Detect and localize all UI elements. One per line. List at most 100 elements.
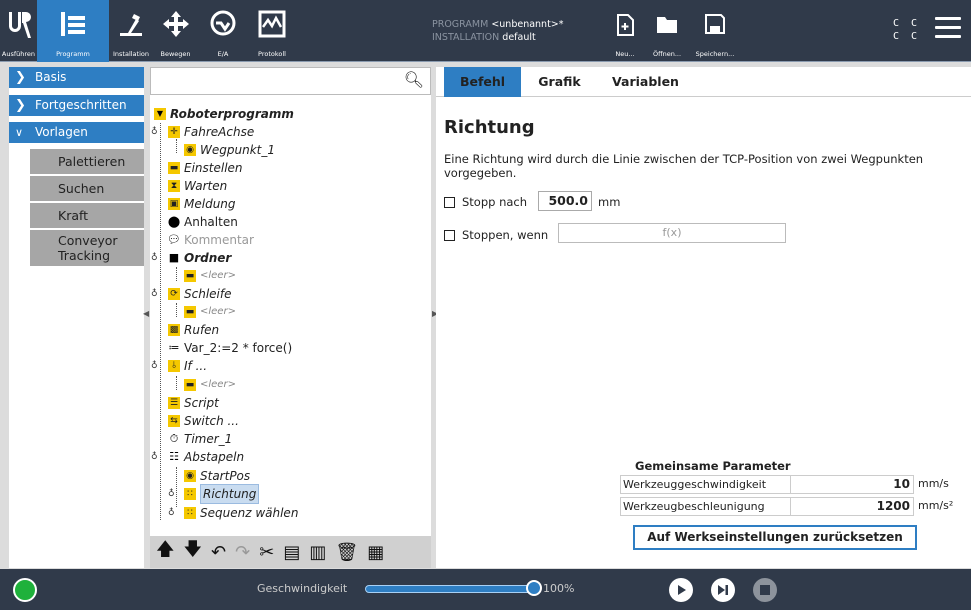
tree-node-empty[interactable]: ▬ <leer>	[184, 376, 236, 394]
tool-speed-unit: mm/s	[918, 477, 949, 490]
run-tab-button[interactable]: Ausführen	[0, 0, 37, 62]
tree-node-anhalten[interactable]: ⬤ Anhalten	[168, 213, 238, 231]
tree-node-label: Script	[184, 396, 219, 410]
tree-node-abstapeln[interactable]: ☷ Abstapeln	[168, 448, 244, 466]
tree-node-script[interactable]: ☰ Script	[168, 394, 219, 412]
stop-after-input[interactable]: 500.0	[538, 191, 592, 211]
sub-item-conveyor-tracking[interactable]: Conveyor Tracking	[30, 230, 144, 266]
tree-node-empty[interactable]: ▬ <leer>	[184, 267, 236, 285]
tree-node-schleife[interactable]: ⟳ Schleife	[168, 285, 231, 303]
tree-node-einstellen[interactable]: ▬ Einstellen	[168, 159, 243, 177]
sub-item-search[interactable]: Suchen	[30, 176, 144, 201]
step-icon	[718, 585, 728, 595]
search-icon[interactable]: 🔍︎	[404, 70, 424, 89]
tree-node-meldung[interactable]: ▣ Meldung	[168, 195, 236, 213]
menu-icon[interactable]	[935, 17, 961, 39]
tree-node-label: Rufen	[184, 323, 220, 337]
new-file-icon	[605, 14, 645, 36]
ur-logo-icon	[0, 10, 37, 40]
delete-icon[interactable]: 🗑︎	[335, 542, 358, 563]
new-button[interactable]: Neu...	[605, 0, 645, 62]
log-tab-button[interactable]: Protokoll	[248, 0, 296, 62]
if-icon: ⫰	[168, 360, 180, 372]
stop-when-checkbox[interactable]	[444, 230, 455, 241]
save-button[interactable]: Speichern...	[689, 0, 741, 62]
nav-item-basis[interactable]: ❯ Basis	[9, 67, 144, 88]
tree-root[interactable]: ▼ Roboterprogramm	[154, 105, 294, 123]
empty-slot-icon: ▬	[184, 306, 196, 318]
tree-node-wegpunkt[interactable]: ◉ Wegpunkt_1	[184, 141, 275, 159]
program-tab-button[interactable]: Programm	[37, 0, 109, 62]
tree-node-timer[interactable]: ⏱︎ Timer_1	[168, 430, 233, 448]
tree-search-input[interactable]: 🔍︎	[150, 67, 431, 95]
tree-node-label: If ...	[184, 359, 208, 373]
empty-slot-icon: ▬	[184, 270, 196, 282]
play-button[interactable]	[669, 578, 693, 602]
tab-command[interactable]: Befehl	[444, 67, 521, 97]
tab-variables[interactable]: Variablen	[598, 67, 693, 97]
nav-item-label: Fortgeschritten	[35, 98, 127, 112]
chevron-down-icon: ∨	[15, 126, 24, 139]
tool-acceleration-input[interactable]: 1200	[790, 497, 914, 516]
step-button[interactable]	[711, 578, 735, 602]
tree-node-if[interactable]: ⫰ If ...	[168, 357, 207, 375]
tree-node-fahreachse[interactable]: ✛ FahreAchse	[168, 123, 254, 141]
sub-item-palletizing[interactable]: Palettieren	[30, 149, 144, 174]
tool-speed-label: Werkzeuggeschwindigkeit	[620, 475, 790, 494]
stop-button[interactable]	[753, 578, 777, 602]
tree-node-label: <leer>	[200, 379, 236, 390]
tree-node-startpos[interactable]: ◉ StartPos	[184, 467, 250, 485]
tool-speed-input[interactable]: 10	[790, 475, 914, 494]
copy-icon[interactable]: ▤	[283, 542, 300, 563]
program-tree-icon	[37, 10, 109, 38]
timer-icon: ⏱︎	[169, 432, 179, 445]
sub-item-force[interactable]: Kraft	[30, 203, 144, 228]
move-tab-button[interactable]: Bewegen	[153, 0, 198, 62]
move-up-icon[interactable]: 🡅	[156, 537, 175, 567]
log-icon	[248, 10, 296, 38]
tree-node-switch[interactable]: ⇆ Switch ...	[168, 412, 239, 430]
move-down-icon[interactable]: 🡇	[184, 537, 203, 567]
suppress-icon[interactable]: ▦	[367, 542, 384, 563]
set-icon: ▬	[168, 162, 180, 174]
empty-slot-icon: ▬	[184, 379, 196, 391]
stop-after-checkbox[interactable]	[444, 197, 455, 208]
stop-when-label: Stoppen, wenn	[462, 228, 549, 242]
collapse-left-icon[interactable]: ◀	[143, 309, 149, 318]
tree-node-assignment[interactable]: ≔ Var_2:=2 * force()	[168, 339, 293, 357]
tab-graphics[interactable]: Grafik	[521, 67, 598, 97]
paste-icon[interactable]: ▥	[309, 542, 326, 563]
tree-node-sequenz[interactable]: ∷ Sequenz wählen	[184, 504, 298, 522]
nav-item-templates[interactable]: ∨ Vorlagen	[9, 122, 144, 143]
speed-slider[interactable]	[365, 585, 535, 593]
cut-icon[interactable]: ✂	[259, 542, 274, 563]
undo-icon[interactable]: ↶	[211, 542, 226, 563]
tree-node-empty[interactable]: ▬ <leer>	[184, 303, 236, 321]
installation-icon	[109, 10, 153, 38]
tree-node-kommentar[interactable]: 💬︎ Kommentar	[167, 231, 254, 249]
tab-bar: Befehl Grafik Variablen	[436, 67, 971, 97]
tree-node-label: <leer>	[200, 270, 236, 281]
tree-node-ordner[interactable]: ■ Ordner	[168, 249, 232, 267]
installation-tab-button[interactable]: Installation	[109, 0, 153, 62]
stop-when-expression-input[interactable]: f(x)	[558, 223, 786, 243]
speed-slider-handle[interactable]	[526, 580, 542, 596]
power-status-icon[interactable]	[13, 578, 37, 602]
speed-value: 100%	[543, 582, 575, 595]
tree-node-richtung[interactable]: ∷ Richtung	[184, 484, 260, 504]
program-tab-label: Programm	[56, 50, 90, 58]
redo-icon[interactable]: ↷	[235, 542, 250, 563]
open-button[interactable]: Öffnen...	[645, 0, 689, 62]
tree-node-label: Switch ...	[184, 414, 239, 428]
reset-defaults-button[interactable]: Auf Werkseinstellungen zurücksetzen	[633, 525, 917, 550]
tree-node-label: Timer_1	[184, 432, 233, 446]
tree-node-rufen[interactable]: ▩ Rufen	[168, 321, 219, 339]
left-nav: ❯ Basis ❯ Fortgeschritten ∨ Vorlagen Pal…	[9, 67, 144, 568]
tree-node-label: Kommentar	[184, 233, 254, 247]
bottom-bar: Geschwindigkeit 100%	[0, 569, 971, 610]
tree-node-warten[interactable]: ⧗ Warten	[168, 177, 227, 195]
move-arrows-icon	[153, 10, 198, 38]
nav-item-advanced[interactable]: ❯ Fortgeschritten	[9, 95, 144, 116]
io-tab-button[interactable]: E/A	[198, 0, 248, 62]
halt-icon: ⬤	[167, 215, 181, 228]
